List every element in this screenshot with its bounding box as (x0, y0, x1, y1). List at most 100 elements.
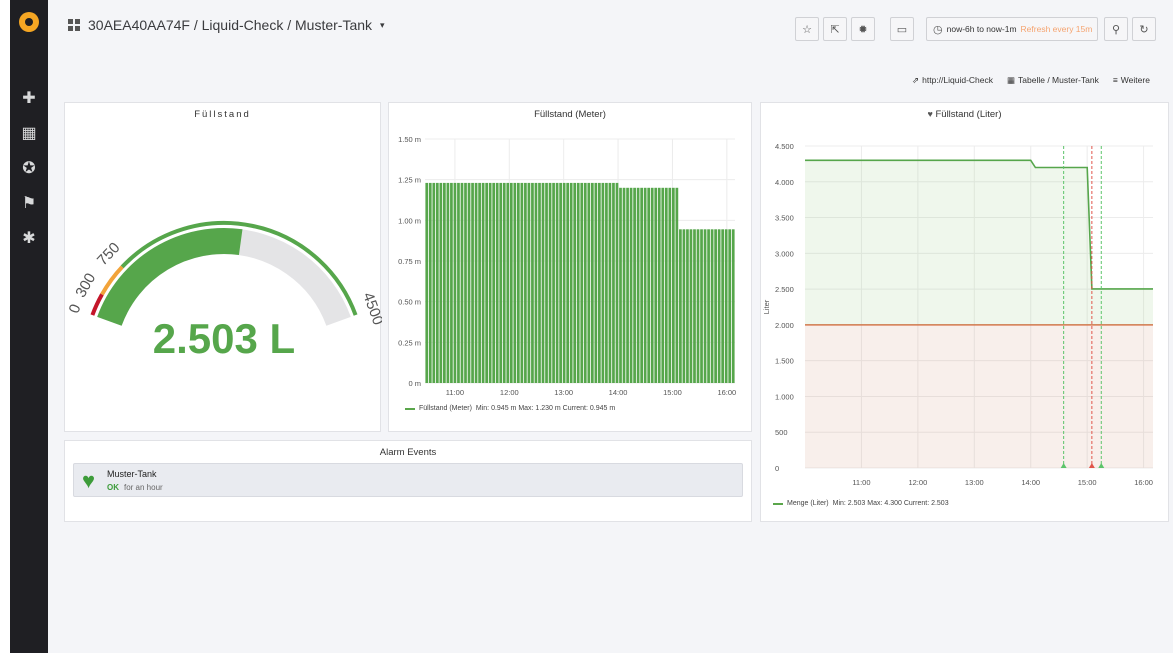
gauge-tick-4500: 4500 (359, 290, 382, 327)
refresh-button[interactable]: ↻ (1132, 17, 1156, 41)
legend-stats: Min: 2.503 Max: 4.300 Current: 2.503 (832, 500, 949, 507)
bar (636, 187, 640, 383)
bar (488, 182, 492, 383)
bar (566, 182, 570, 383)
bar (643, 187, 647, 383)
bar (731, 229, 735, 383)
bar (654, 187, 658, 383)
bar (524, 182, 527, 383)
bar (541, 182, 545, 383)
x-tick-label: 16:00 (717, 388, 736, 397)
star-button[interactable]: ☆ (795, 17, 819, 41)
legend-stats: Min: 0.945 m Max: 1.230 m Current: 0.945… (475, 405, 616, 412)
bar (464, 182, 467, 383)
gauge-tick-750: 750 (94, 239, 124, 269)
bar (527, 182, 531, 383)
bar (471, 182, 474, 383)
bar (601, 182, 605, 383)
x-tick-label: 13:00 (965, 478, 984, 487)
bar (453, 182, 457, 383)
alarm-item[interactable]: ♥ Muster-Tank OK for an hour (73, 463, 743, 497)
y-tick-label: 0 m (408, 379, 421, 388)
grafana-logo[interactable] (19, 12, 39, 32)
liter-chart-legend[interactable]: Menge (Liter) Min: 2.503 Max: 4.300 Curr… (773, 500, 949, 507)
settings-button[interactable]: ✹ (851, 17, 875, 41)
more-links-item[interactable]: ≡ Weitere (1113, 75, 1150, 85)
bar (509, 182, 513, 383)
y-tick-label: 500 (775, 428, 788, 437)
bar (531, 182, 534, 383)
legend-swatch (405, 407, 415, 410)
search-icon: ⚲ (1111, 23, 1121, 36)
y-tick-label: 2.500 (775, 285, 794, 294)
liter-chart-panel: ♥ Füllstand (Liter) 4.500 4.000 3.500 3.000… (760, 102, 1169, 522)
dashboard-grid-icon (68, 19, 80, 31)
y-tick-label: 4.000 (775, 178, 794, 187)
bar (724, 229, 728, 383)
liter-chart-plot: 4.500 4.000 3.500 3.000 2.500 2.000 1.500 1.000… (762, 142, 1153, 487)
bell-icon[interactable]: ⚑ (10, 193, 48, 213)
bar (428, 182, 432, 383)
bar (425, 182, 429, 383)
sidebar: ✚ ▦ ✪ ⚑ ✱ (10, 0, 48, 653)
gauge-tick-0: 0 (66, 302, 85, 316)
bar (545, 182, 548, 383)
tv-mode-button[interactable]: ▭ (890, 17, 914, 41)
x-tick-label: 15:00 (1078, 478, 1097, 487)
y-tick-label: 1.00 m (398, 216, 421, 225)
bar (439, 182, 443, 383)
explore-icon[interactable]: ✪ (10, 158, 48, 178)
bar (707, 229, 710, 383)
x-tick-label: 14:00 (609, 388, 628, 397)
y-tick-label: 4.500 (775, 142, 794, 151)
table-link-item[interactable]: ▦ Tabelle / Muster-Tank (1007, 75, 1099, 86)
bar (499, 182, 503, 383)
bar (446, 182, 450, 383)
y-axis-label: Liter (762, 299, 771, 314)
x-tick-label: 11:00 (446, 388, 464, 397)
bar (703, 229, 707, 383)
bar (689, 229, 693, 383)
bar (679, 229, 682, 383)
bar (481, 182, 485, 383)
heart-icon: ♥ (927, 109, 933, 119)
bar (548, 182, 552, 383)
bar (605, 182, 608, 383)
bar (619, 187, 622, 383)
gear-icon[interactable]: ✱ (10, 228, 48, 248)
bar (506, 182, 510, 383)
bar (629, 187, 633, 383)
gauge-panel: Füllstand 0 300 750 4500 2.503 L (64, 102, 382, 432)
plus-icon[interactable]: ✚ (10, 88, 48, 108)
share-button[interactable]: ⇱ (823, 17, 847, 41)
gauge-value-arc (97, 227, 243, 327)
bar (580, 182, 584, 383)
y-tick-label: 0.75 m (398, 257, 421, 266)
x-tick-label: 15:00 (663, 388, 682, 397)
more-links-label: Weitere (1120, 75, 1150, 85)
y-tick-label: 3.500 (775, 214, 794, 223)
external-link-item[interactable]: ⇗ http://Liquid-Check (912, 75, 993, 86)
dashboards-icon[interactable]: ▦ (10, 123, 48, 143)
time-picker-button[interactable]: ◷ now-6h to now-1m Refresh every 15m (926, 17, 1098, 41)
bar (432, 182, 436, 383)
y-tick-label: 1.000 (775, 392, 794, 401)
meter-chart-legend[interactable]: Füllstand (Meter) Min: 0.945 m Max: 1.23… (405, 405, 615, 412)
zoom-out-button[interactable]: ⚲ (1104, 17, 1128, 41)
bar (538, 182, 541, 383)
bar (657, 187, 661, 383)
clock-icon: ◷ (933, 23, 943, 36)
bar (450, 182, 453, 383)
external-link-label: http://Liquid-Check (922, 75, 993, 85)
alarm-since: for an hour (124, 483, 163, 492)
bar (569, 182, 573, 383)
bar (478, 182, 481, 383)
bar (460, 182, 464, 383)
bar (728, 229, 732, 383)
bar (612, 182, 615, 383)
bar (640, 187, 644, 383)
breadcrumb[interactable]: 30AEA40AA74F / Liquid-Check / Muster-Tan… (68, 17, 385, 33)
grid-icon: ▦ (1007, 74, 1016, 85)
x-tick-label: 14:00 (1021, 478, 1040, 487)
bar (552, 182, 555, 383)
